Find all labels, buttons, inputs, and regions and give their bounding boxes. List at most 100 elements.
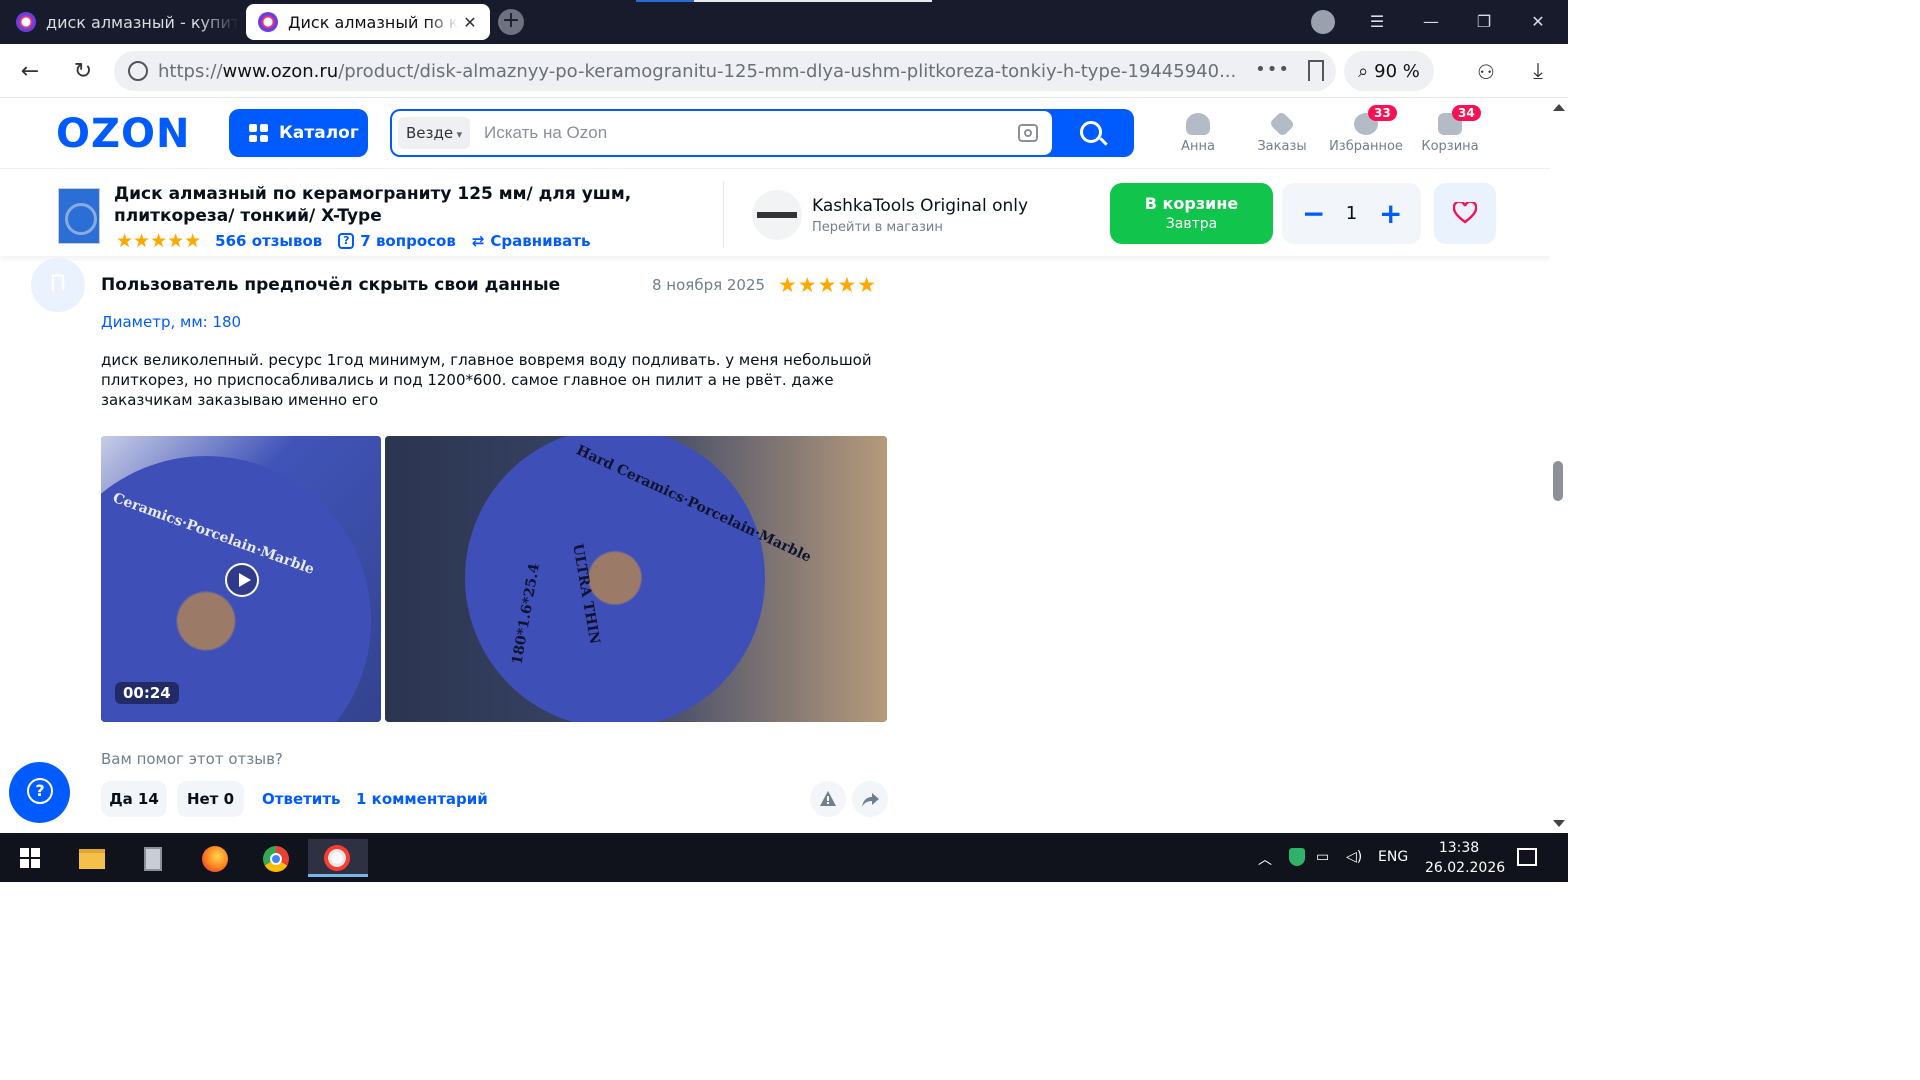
delivery-label: Завтра bbox=[1165, 216, 1218, 232]
cart-link[interactable]: 34 Корзина bbox=[1410, 105, 1490, 154]
sticky-product-bar: Диск алмазный по керамограниту 125 мм/ д… bbox=[0, 170, 1550, 256]
new-tab-button[interactable]: + bbox=[498, 9, 524, 35]
restore-window-icon[interactable]: ❐ bbox=[1469, 8, 1499, 36]
taskbar-firefox[interactable] bbox=[193, 839, 237, 877]
review-rating-stars: ★★★★★ bbox=[778, 273, 878, 297]
review-photo[interactable]: Hard Ceramics·Porcelain·Marble ULTRA THI… bbox=[385, 436, 887, 722]
product-thumbnail[interactable] bbox=[58, 188, 100, 244]
shop-name[interactable]: KashkaTools Original only bbox=[812, 196, 1028, 216]
search-icon[interactable] bbox=[1080, 121, 1102, 143]
profile-avatar-icon[interactable] bbox=[1311, 10, 1335, 34]
security-shield-icon[interactable] bbox=[1289, 848, 1305, 866]
close-window-icon[interactable]: ✕ bbox=[1523, 8, 1553, 36]
heart-outline-icon bbox=[1453, 202, 1477, 224]
language-indicator[interactable]: ENG bbox=[1378, 849, 1408, 865]
help-chat-button[interactable] bbox=[9, 762, 70, 823]
notifications-icon[interactable] bbox=[1517, 848, 1537, 866]
windows-taskbar: ︿ ▭ ◁) ENG 13:38 26.02.2026 bbox=[0, 833, 1568, 882]
bookmark-icon[interactable] bbox=[1308, 60, 1324, 81]
zoom-value: 90 % bbox=[1374, 60, 1420, 82]
camera-search-icon[interactable] bbox=[1018, 124, 1038, 142]
compare-icon: ⇄ bbox=[471, 232, 485, 250]
scroll-down-arrow-icon[interactable] bbox=[1553, 820, 1565, 827]
decrease-quantity-button[interactable]: − bbox=[1302, 197, 1325, 230]
network-icon[interactable]: ▭ bbox=[1316, 849, 1329, 865]
taskbar-yandex-browser[interactable] bbox=[308, 839, 368, 877]
browser-menu-icon[interactable]: ☰ bbox=[1362, 8, 1392, 36]
quantity-stepper: − 1 + bbox=[1282, 183, 1421, 244]
downloads-icon[interactable]: ⤓ bbox=[1524, 58, 1552, 86]
diamond-disc-image bbox=[465, 436, 765, 722]
vote-yes-button[interactable]: Да 14 bbox=[101, 781, 167, 817]
taskbar-file-explorer[interactable] bbox=[70, 839, 114, 877]
firefox-icon bbox=[202, 846, 228, 872]
zoom-indicator[interactable]: ⌕ 90 % bbox=[1344, 51, 1434, 91]
taskbar-chrome[interactable] bbox=[254, 839, 298, 877]
catalog-button[interactable]: Каталог bbox=[229, 109, 368, 157]
yandex-browser-icon bbox=[324, 845, 350, 871]
review-text: диск великолепный. ресурс 1год минимум, … bbox=[101, 351, 872, 409]
close-tab-icon[interactable]: ✕ bbox=[458, 13, 482, 32]
extensions-icon[interactable]: ⚇ bbox=[1472, 58, 1500, 86]
minimize-window-icon[interactable]: — bbox=[1416, 8, 1446, 36]
compare-link[interactable]: Сравнивать bbox=[490, 232, 590, 250]
search-input[interactable] bbox=[484, 117, 1004, 149]
comments-link[interactable]: 1 комментарий bbox=[356, 790, 488, 808]
share-icon bbox=[862, 793, 879, 807]
more-options-icon[interactable]: ••• bbox=[1255, 59, 1290, 80]
product-meta: ★★★★★ 566 отзывов ? 7 вопросов ⇄ Сравнив… bbox=[116, 230, 590, 252]
product-rating-stars: ★★★★★ bbox=[116, 230, 202, 252]
clock-date: 26.02.2026 bbox=[1425, 860, 1506, 876]
site-info-icon[interactable] bbox=[128, 61, 148, 81]
reviews-link[interactable]: 566 отзывов bbox=[215, 232, 322, 250]
box-icon bbox=[1268, 110, 1296, 138]
reload-icon[interactable]: ↻ bbox=[69, 58, 97, 86]
browser-tab-2[interactable]: Диск алмазный по кер ✕ bbox=[246, 4, 490, 40]
divider bbox=[723, 182, 724, 248]
report-button[interactable] bbox=[810, 781, 846, 817]
shop-link[interactable]: Перейти в магазин bbox=[812, 220, 943, 235]
search-scope-dropdown[interactable]: Везде bbox=[398, 117, 471, 149]
questions-link[interactable]: 7 вопросов bbox=[360, 232, 456, 250]
url-field[interactable]: https://www.ozon.ru/product/disk-almazny… bbox=[114, 51, 1336, 91]
helpful-question: Вам помог этот отзыв? bbox=[101, 750, 283, 768]
zoom-search-icon: ⌕ bbox=[1358, 60, 1369, 82]
back-arrow-icon[interactable]: ← bbox=[16, 58, 44, 86]
windows-start-icon[interactable] bbox=[20, 848, 40, 868]
browser-address-bar: ← ↻ https://www.ozon.ru/product/disk-alm… bbox=[0, 44, 1568, 98]
chrome-center-icon bbox=[270, 853, 282, 865]
user-label: Анна bbox=[1181, 139, 1215, 154]
system-clock[interactable]: 13:38 26.02.2026 bbox=[1425, 838, 1506, 878]
folder-icon bbox=[79, 849, 105, 869]
taskbar-calculator[interactable] bbox=[131, 839, 175, 877]
add-to-favorites-button[interactable] bbox=[1434, 183, 1496, 244]
scrollbar-thumb[interactable] bbox=[1553, 461, 1563, 501]
user-menu[interactable]: Анна bbox=[1158, 113, 1238, 154]
review-variant[interactable]: Диаметр, мм: 180 bbox=[101, 313, 241, 331]
video-duration: 00:24 bbox=[115, 682, 179, 704]
tray-overflow-icon[interactable]: ︿ bbox=[1258, 849, 1272, 869]
in-cart-button[interactable]: В корзине Завтра bbox=[1110, 183, 1273, 244]
cart-label: Корзина bbox=[1421, 139, 1479, 154]
reviewer-avatar: П bbox=[31, 258, 85, 312]
favorites-link[interactable]: 33 Избранное bbox=[1326, 105, 1406, 154]
url-path: /product/disk-almaznyy-po-keramogranitu-… bbox=[338, 60, 1237, 82]
clock-time: 13:38 bbox=[1438, 840, 1480, 856]
tab-title: Диск алмазный по кер bbox=[288, 12, 458, 32]
volume-icon[interactable]: ◁) bbox=[1346, 849, 1362, 865]
review-video-thumbnail[interactable]: Ceramics·Porcelain·Marble 00:24 bbox=[101, 436, 381, 722]
browser-tab-1[interactable]: диск алмазный - купить н bbox=[4, 4, 238, 40]
vote-no-button[interactable]: Нет 0 bbox=[177, 781, 244, 817]
increase-quantity-button[interactable]: + bbox=[1379, 197, 1402, 230]
play-video-icon[interactable] bbox=[225, 563, 259, 597]
scroll-up-arrow-icon[interactable] bbox=[1553, 104, 1565, 111]
ozon-logo[interactable]: OZON bbox=[56, 111, 191, 157]
heart-icon: 33 bbox=[1354, 105, 1397, 135]
shop-logo[interactable] bbox=[752, 190, 802, 240]
search-field-wrapper: Везде bbox=[392, 111, 1052, 155]
quantity-value: 1 bbox=[1345, 203, 1358, 224]
share-button[interactable] bbox=[852, 781, 888, 817]
orders-link[interactable]: Заказы bbox=[1242, 110, 1322, 154]
reply-link[interactable]: Ответить bbox=[262, 790, 341, 808]
page-scrollbar[interactable] bbox=[1550, 99, 1568, 833]
